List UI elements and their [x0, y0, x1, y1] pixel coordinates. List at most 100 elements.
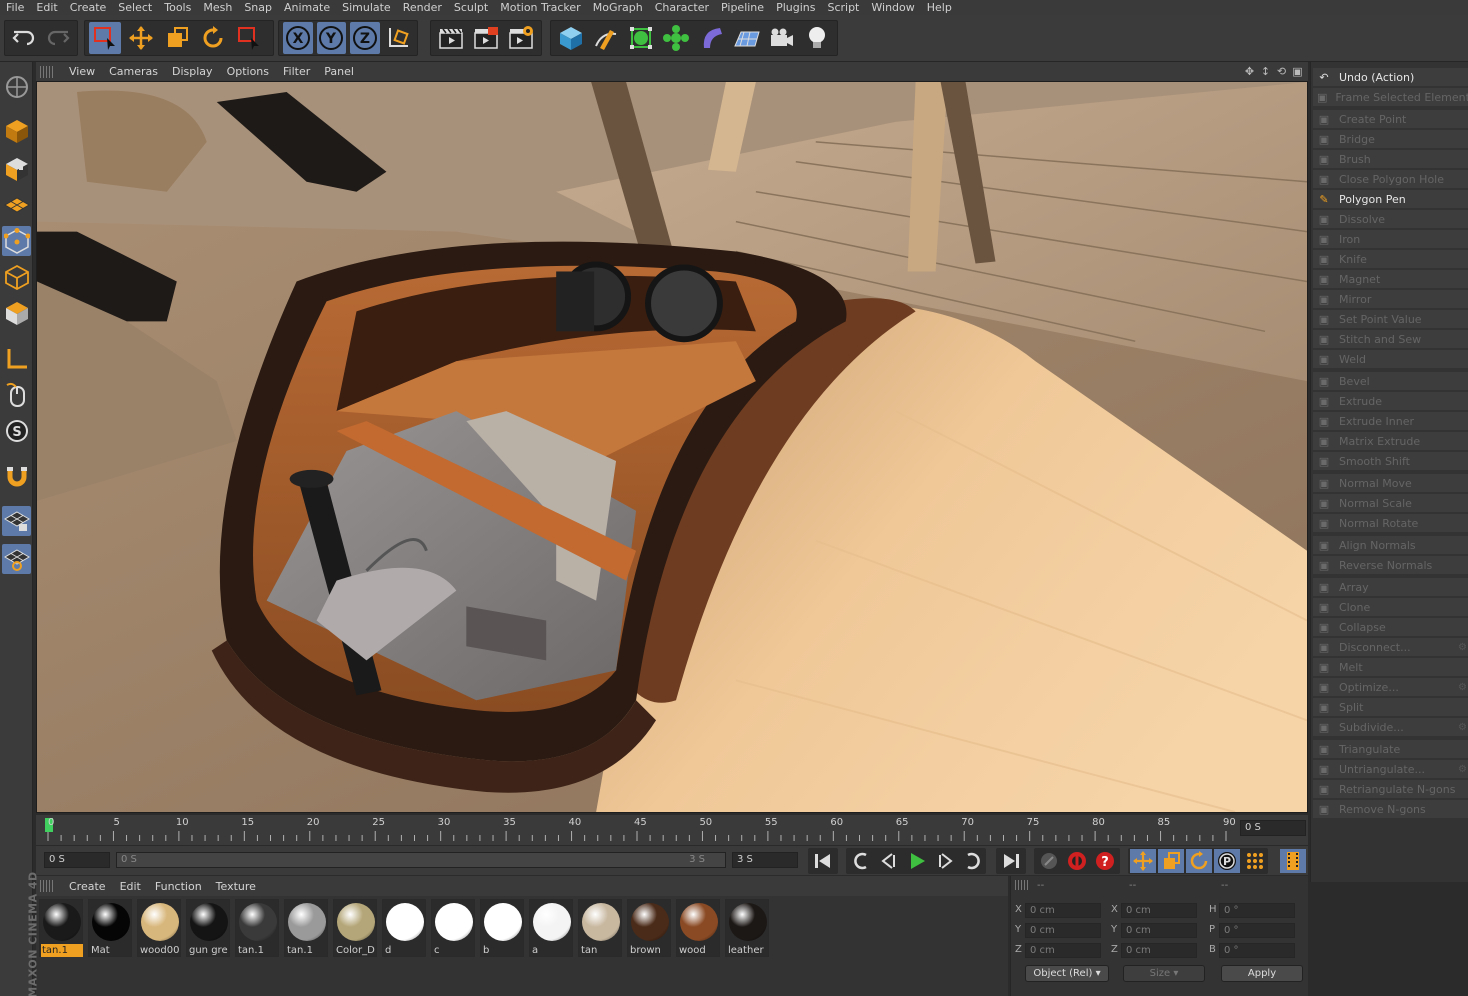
options-icon[interactable]: ⚙: [1458, 642, 1467, 653]
menu-item-mograph[interactable]: MoGraph: [587, 0, 649, 15]
size-value-field[interactable]: 0 cm: [1121, 903, 1197, 918]
material-swatch[interactable]: leather: [725, 899, 769, 957]
rotate-tool-button[interactable]: [197, 22, 229, 54]
command-extrude[interactable]: ▣ Extrude: [1313, 392, 1468, 411]
key-parameter-button[interactable]: P: [1214, 849, 1240, 873]
command-bevel[interactable]: ▣ Bevel: [1313, 372, 1468, 391]
command-array[interactable]: ▣ Array: [1313, 578, 1468, 597]
camera-button[interactable]: [767, 22, 798, 54]
timeline-ruler[interactable]: 0 5 10 15 20 25 30 35 40 45 50 55 60 65 70 75 80 85 90: [36, 815, 1308, 845]
command-retriangulate-n-gons[interactable]: ▣ Retriangulate N-gons: [1313, 780, 1468, 799]
edges-mode-button[interactable]: [2, 262, 31, 292]
material-swatch[interactable]: b: [480, 899, 524, 957]
workplane-button[interactable]: [2, 190, 31, 220]
menu-item-file[interactable]: File: [0, 0, 30, 15]
solo-button[interactable]: S: [2, 416, 31, 446]
command-magnet[interactable]: ▣ Magnet: [1313, 270, 1468, 289]
command-melt[interactable]: ▣ Melt: [1313, 658, 1468, 677]
command-dissolve[interactable]: ▣ Dissolve: [1313, 210, 1468, 229]
axis-mode-button[interactable]: [2, 344, 31, 374]
render-settings-button[interactable]: [506, 22, 537, 54]
menu-item-help[interactable]: Help: [921, 0, 958, 15]
subdivision-surface-button[interactable]: [626, 22, 657, 54]
material-swatch[interactable]: tan.1: [235, 899, 279, 957]
undo-button[interactable]: [9, 22, 39, 54]
material-swatch[interactable]: Color_D: [333, 899, 377, 957]
goto-start-button[interactable]: [810, 849, 836, 873]
command-extrude-inner[interactable]: ▣ Extrude Inner: [1313, 412, 1468, 431]
lock-workplane-button[interactable]: [2, 506, 31, 536]
command-iron[interactable]: ▣ Iron: [1313, 230, 1468, 249]
material-swatch[interactable]: wood: [676, 899, 720, 957]
scale-tool-button[interactable]: [161, 22, 193, 54]
menu-item-character[interactable]: Character: [649, 0, 715, 15]
command-smooth-shift[interactable]: ▣ Smooth Shift: [1313, 452, 1468, 471]
viewport-menu-filter[interactable]: Filter: [276, 65, 317, 78]
command-brush[interactable]: ▣ Brush: [1313, 150, 1468, 169]
next-frame-button[interactable]: [932, 849, 958, 873]
material-swatch[interactable]: brown: [627, 899, 671, 957]
render-view-button[interactable]: [435, 22, 466, 54]
options-icon[interactable]: ⚙: [1458, 722, 1467, 733]
play-button[interactable]: [904, 849, 930, 873]
command-knife[interactable]: ▣ Knife: [1313, 250, 1468, 269]
command-triangulate[interactable]: ▣ Triangulate: [1313, 740, 1468, 759]
material-swatch[interactable]: wood00: [137, 899, 181, 957]
menu-item-simulate[interactable]: Simulate: [336, 0, 397, 15]
grip-handle[interactable]: [40, 65, 54, 78]
light-button[interactable]: [802, 22, 833, 54]
keyframe-selection-button[interactable]: ?: [1092, 849, 1118, 873]
size-value-field[interactable]: 0 cm: [1121, 943, 1197, 958]
command-stitch-and-sew[interactable]: ▣ Stitch and Sew: [1313, 330, 1468, 349]
viewport-menu-options[interactable]: Options: [220, 65, 276, 78]
command-mirror[interactable]: ▣ Mirror: [1313, 290, 1468, 309]
model-mode-button[interactable]: [2, 116, 31, 146]
position-value-field[interactable]: 0 cm: [1025, 903, 1101, 918]
menu-item-render[interactable]: Render: [397, 0, 448, 15]
viewport-menu-panel[interactable]: Panel: [317, 65, 361, 78]
max-frame-field[interactable]: 3 S: [732, 852, 798, 868]
menu-item-pipeline[interactable]: Pipeline: [715, 0, 770, 15]
command-normal-rotate[interactable]: ▣ Normal Rotate: [1313, 514, 1468, 533]
toggle-view-icon[interactable]: ▣: [1291, 65, 1304, 78]
key-point-level-button[interactable]: [1242, 849, 1268, 873]
material-swatch[interactable]: d: [382, 899, 426, 957]
rotation-value-field[interactable]: 0 °: [1219, 943, 1295, 958]
preview-range-slider[interactable]: 0 S 3 S: [116, 852, 726, 868]
coordinate-system-button[interactable]: [384, 22, 414, 54]
menu-item-edit[interactable]: Edit: [30, 0, 63, 15]
tweak-mode-button[interactable]: [2, 380, 31, 410]
command-disconnect[interactable]: ▣ Disconnect... ⚙: [1313, 638, 1468, 657]
menu-item-tools[interactable]: Tools: [158, 0, 197, 15]
material-swatch[interactable]: a: [529, 899, 573, 957]
command-polygon-pen[interactable]: ✎ Polygon Pen: [1313, 190, 1468, 209]
record-active-button[interactable]: [1036, 849, 1062, 873]
prev-key-button[interactable]: [848, 849, 874, 873]
deformer-button[interactable]: [696, 22, 727, 54]
zoom-view-icon[interactable]: ↕: [1259, 65, 1272, 78]
command-reverse-normals[interactable]: ▣ Reverse Normals: [1313, 556, 1468, 575]
key-position-button[interactable]: [1130, 849, 1156, 873]
material-swatch[interactable]: gun gre: [186, 899, 230, 957]
move-view-icon[interactable]: ✥: [1243, 65, 1256, 78]
menu-item-mesh[interactable]: Mesh: [197, 0, 238, 15]
cube-button[interactable]: [555, 22, 586, 54]
material-menu-edit[interactable]: Edit: [113, 880, 148, 893]
key-scale-button[interactable]: [1158, 849, 1184, 873]
menu-item-animate[interactable]: Animate: [278, 0, 336, 15]
size-value-field[interactable]: 0 cm: [1121, 923, 1197, 938]
redo-button[interactable]: [43, 22, 73, 54]
scheme-settings-button[interactable]: [1280, 849, 1306, 873]
material-menu-create[interactable]: Create: [62, 880, 113, 893]
grip-handle[interactable]: [40, 880, 54, 892]
menu-item-create[interactable]: Create: [64, 0, 113, 15]
command-split[interactable]: ▣ Split: [1313, 698, 1468, 717]
points-mode-button[interactable]: [2, 226, 31, 256]
texture-mode-button[interactable]: [2, 154, 31, 184]
position-value-field[interactable]: 0 cm: [1025, 943, 1101, 958]
x-axis-button[interactable]: X: [283, 22, 313, 54]
material-swatch[interactable]: tan.1: [39, 899, 83, 957]
rotate-view-icon[interactable]: ⟲: [1275, 65, 1288, 78]
viewport-menu-view[interactable]: View: [62, 65, 102, 78]
command-create-point[interactable]: ▣ Create Point: [1313, 110, 1468, 129]
